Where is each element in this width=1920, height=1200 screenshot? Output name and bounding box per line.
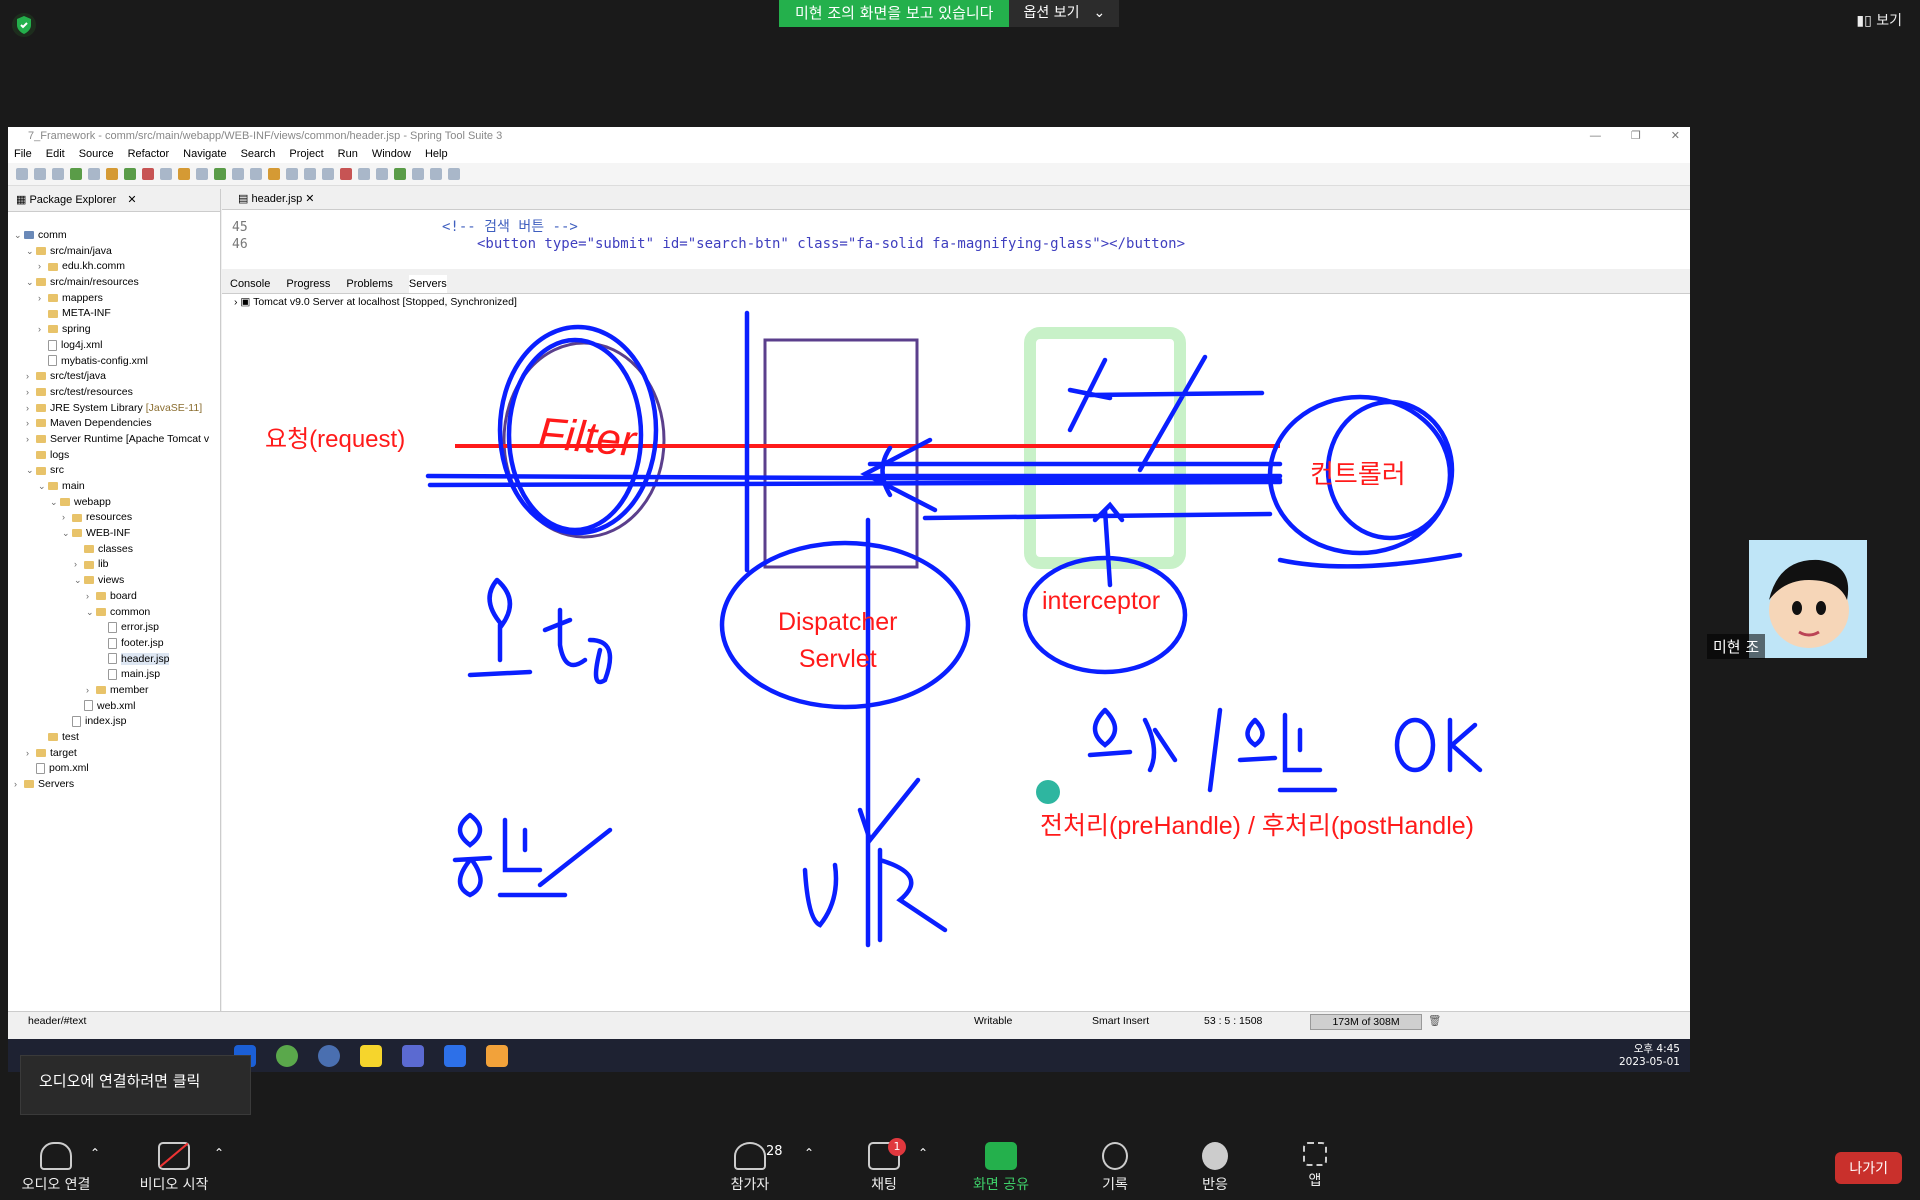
request-label: 요청(request)	[265, 426, 406, 453]
annotation-layer	[425, 310, 1483, 948]
spring-icon[interactable]	[276, 1045, 298, 1067]
record-icon	[1102, 1142, 1128, 1170]
dispatcher-line-1: Dispatcher	[778, 608, 898, 636]
clock-date: 2023-05-01	[1618, 1056, 1680, 1068]
taskbar-clock[interactable]: 오후 4:45 2023-05-01	[1619, 1043, 1680, 1069]
dispatcher-box	[763, 338, 919, 569]
apps-button[interactable]: 앱	[1290, 1136, 1340, 1190]
record-button[interactable]: 기록	[1090, 1136, 1140, 1194]
participants-icon	[734, 1142, 766, 1170]
chevron-up-icon[interactable]: ⌃	[918, 1146, 928, 1160]
controller-label: 컨트롤러	[1310, 459, 1406, 489]
dispatcher-servlet-label: Dispatcher Servlet	[778, 604, 898, 678]
chrome-icon[interactable]	[318, 1045, 340, 1067]
participant-video-thumbnail[interactable]	[1749, 540, 1867, 658]
chat-badge: 1	[888, 1138, 906, 1156]
join-audio-button[interactable]: 오디오 연결	[16, 1136, 96, 1194]
apps-icon	[1303, 1142, 1327, 1166]
join-audio-label: 오디오 연결	[21, 1177, 91, 1193]
share-screen-label: 화면 공유	[973, 1177, 1029, 1193]
move-cursor-icon	[1036, 780, 1060, 804]
filter-label: Filter	[536, 408, 638, 467]
kakaotalk-icon[interactable]	[360, 1045, 382, 1067]
pre-post-handle-label: 전처리(preHandle) / 후처리(postHandle)	[1040, 812, 1474, 840]
chevron-up-icon[interactable]: ⌃	[90, 1146, 100, 1160]
start-video-button[interactable]: 비디오 시작	[134, 1136, 214, 1194]
reactions-label: 반응	[1202, 1177, 1228, 1193]
teams-icon[interactable]	[402, 1045, 424, 1067]
audio-tooltip: 오디오에 연결하려면 클릭	[20, 1055, 251, 1115]
share-screen-icon	[985, 1142, 1017, 1170]
headphones-icon	[40, 1142, 72, 1170]
record-label: 기록	[1102, 1177, 1128, 1193]
start-video-label: 비디오 시작	[139, 1177, 209, 1193]
participant-name: 미현 조	[1707, 634, 1766, 659]
windows-taskbar: 오후 4:45 2023-05-01	[8, 1039, 1690, 1072]
interceptor-label: interceptor	[1042, 587, 1161, 615]
chat-label: 채팅	[871, 1177, 897, 1193]
apps-label: 앱	[1308, 1173, 1322, 1189]
chevron-up-icon[interactable]: ⌃	[804, 1146, 814, 1160]
smiley-icon	[1202, 1142, 1228, 1170]
share-screen-button[interactable]: 화면 공유	[966, 1136, 1036, 1194]
participants-label: 참가자	[730, 1177, 770, 1193]
clock-time: 오후 4:45	[1633, 1043, 1680, 1055]
avatar	[1749, 540, 1867, 658]
leave-meeting-button[interactable]: 나가기	[1835, 1152, 1902, 1184]
dispatcher-line-2: Servlet	[798, 645, 877, 673]
chevron-up-icon[interactable]: ⌃	[214, 1146, 224, 1160]
blue-ink-strokes	[425, 310, 1483, 948]
participants-count: 28	[766, 1144, 783, 1159]
reactions-button[interactable]: 반응	[1190, 1136, 1240, 1194]
meeting-controls: 오디오 연결 ⌃ 비디오 시작 ⌃ 참가자 28 ⌃ 채팅 1 ⌃ 화면 공유 …	[0, 1136, 1920, 1200]
zoom-icon[interactable]	[444, 1045, 466, 1067]
video-off-icon	[158, 1142, 190, 1170]
pen-tool-icon[interactable]	[486, 1045, 508, 1067]
